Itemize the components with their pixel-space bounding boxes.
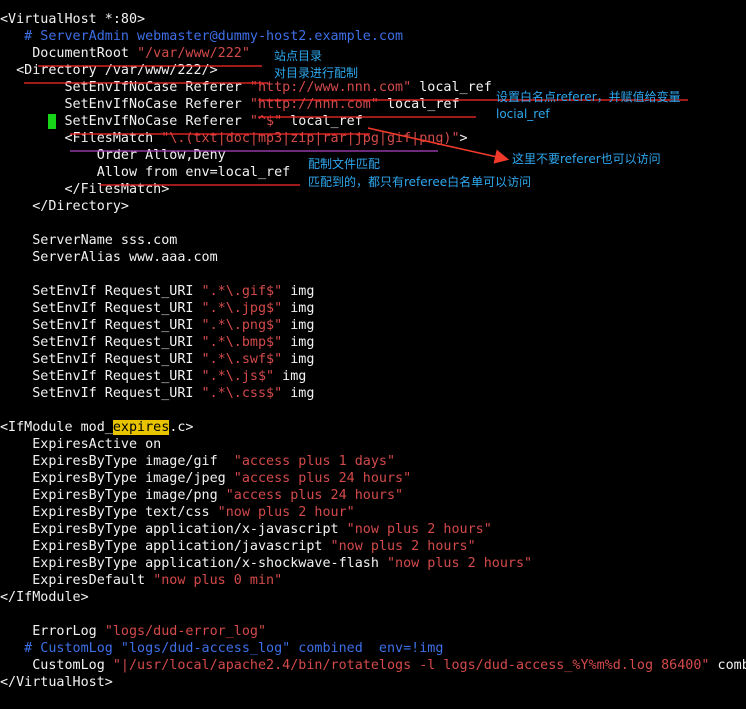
annotation-marks: [24, 65, 688, 186]
annotation-dir-config: 对目录进行配制: [274, 66, 359, 80]
annotation-match-result: 匹配到的，都只有referee白名单可以访问: [308, 175, 532, 189]
annotation-site-dir: 站点目录: [274, 49, 323, 63]
annotation-no-referer: 这里不要referer也可以访问: [512, 152, 661, 166]
arrow-no-referer: [367, 127, 510, 164]
annotation-var-name: locial_ref: [496, 107, 550, 121]
annotation-whitelist: 设置白名点referer，并赋值给变量: [496, 90, 681, 104]
terminal-screen[interactable]: <VirtualHost *:80> # ServerAdmin webmast…: [0, 0, 746, 709]
annotation-files-config: 配制文件匹配: [308, 157, 381, 171]
